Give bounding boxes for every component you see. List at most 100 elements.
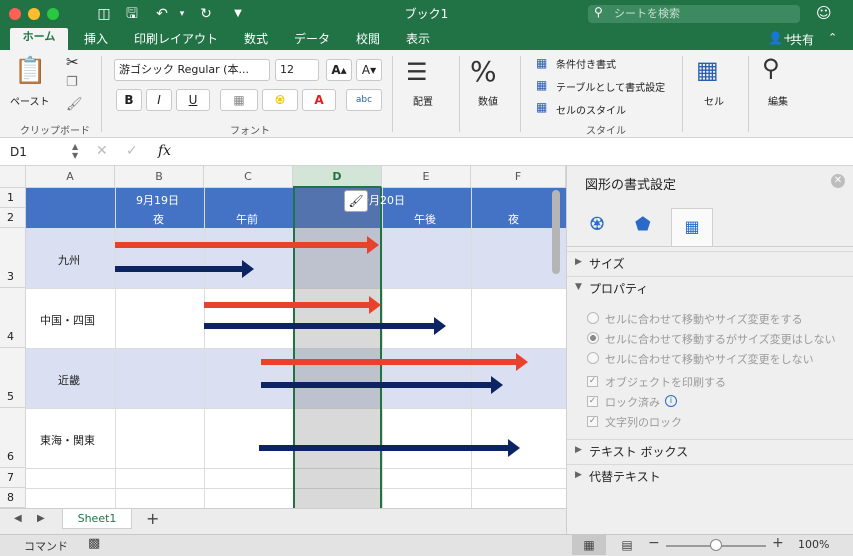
arrow-kinki-red[interactable] [261,353,528,371]
tab-view[interactable]: 表示 [406,28,430,50]
cells-label[interactable]: セル [704,93,724,108]
format-painter-icon[interactable]: 🖌 [66,97,83,112]
fill-line-icon[interactable]: ♼ [589,214,605,235]
properties-section[interactable]: プロパティ [567,276,853,300]
share-button[interactable]: 共有 [790,31,814,48]
borders-icon[interactable]: ▦ [220,89,258,111]
number-label[interactable]: 数値 [478,93,498,108]
magnifier-icon[interactable]: ⚲ [762,54,780,82]
cut-icon[interactable]: ✂ [66,53,79,71]
align-icon[interactable]: ☰ [406,58,428,86]
ribbon-separator [392,56,393,132]
size-properties-icon[interactable]: ▦ [671,208,713,246]
info-icon[interactable]: i [665,395,677,407]
page-layout-view-icon[interactable]: ▤ [614,535,640,555]
bold-button[interactable]: B [116,89,142,111]
arrow-chugoku-red[interactable] [204,296,381,314]
option-label[interactable]: セルに合わせて移動するがサイズ変更はしない [605,331,836,347]
normal-view-icon[interactable]: ▦ [572,535,606,555]
arrow-chugoku-navy[interactable] [204,317,446,335]
add-sheet-button[interactable]: + [146,509,159,528]
zoom-slider-thumb[interactable] [710,539,722,551]
tab-review[interactable]: 校閲 [356,28,380,50]
italic-button[interactable]: I [146,89,172,111]
expand-arrow-icon[interactable]: ▶ [575,445,582,455]
option-label[interactable]: セルに合わせて移動やサイズ変更をする [605,311,803,327]
textbox-section[interactable]: テキスト ボックス [567,439,853,463]
checkbox-locked[interactable]: ✓ [587,396,598,407]
radio-move-only[interactable] [587,332,599,344]
tab-page-layout[interactable]: 印刷レイアウト [134,28,218,50]
sheet-tab[interactable]: Sheet1 [62,509,132,529]
ribbon-separator [748,56,749,132]
table-format-button[interactable]: テーブルとして書式設定 [556,79,665,94]
smiley-feedback-icon[interactable]: ☺ [816,4,832,22]
decrease-font-icon[interactable]: A▾ [356,59,382,81]
next-sheet-icon[interactable]: ▶ [37,513,45,524]
expand-arrow-icon[interactable]: ▶ [575,257,582,267]
font-group-label: フォント [230,126,270,137]
increase-font-icon[interactable]: A▴ [326,59,352,81]
font-color-icon[interactable]: A [302,89,336,111]
collapse-arrow-icon[interactable]: ▼ [575,282,582,292]
tab-insert[interactable]: 挿入 [84,28,108,50]
tab-data[interactable]: データ [294,28,330,50]
confirm-icon[interactable]: ✓ [126,143,138,159]
collapse-ribbon-icon[interactable]: ⌃ [828,31,837,44]
conditional-format-icon: ▦ [536,56,548,70]
arrow-kyushu-red[interactable] [115,236,379,254]
ribbon-separator [101,56,102,132]
check-label[interactable]: オブジェクトを印刷する [605,374,726,390]
close-panel-icon[interactable]: ✕ [831,174,845,188]
formula-input[interactable] [186,142,846,162]
copy-icon[interactable]: ❐ [66,75,78,90]
cells-icon[interactable]: ▦ [696,56,719,84]
alt-text-section[interactable]: 代替テキスト [567,464,853,488]
arrow-kyushu-navy[interactable] [115,260,254,278]
paste-icon[interactable]: 📋 [14,56,46,86]
size-section[interactable]: サイズ [567,251,853,275]
checkbox-print[interactable]: ✓ [587,376,598,387]
arrow-kinki-navy[interactable] [261,376,503,394]
edit-label[interactable]: 編集 [768,93,788,108]
ribbon-separator [520,56,521,132]
fill-color-icon[interactable]: ♼ [262,89,298,111]
panel-title: 図形の書式設定 [585,178,677,193]
search-input[interactable]: シートを検索 [588,5,800,23]
option-label[interactable]: セルに合わせて移動やサイズ変更をしない [605,351,814,367]
zoom-in-icon[interactable]: + [772,535,784,551]
expand-arrow-icon[interactable]: ▶ [575,470,582,480]
zoom-out-icon[interactable]: − [648,535,660,551]
macro-record-icon[interactable]: ▩ [88,536,100,551]
vertical-scrollbar[interactable] [552,190,560,274]
font-name-select[interactable]: 游ゴシック Regular (本... [114,59,270,81]
spreadsheet-grid: A B C D E F 1 2 3 4 5 6 7 8 9月19日 9月20日 … [0,166,566,508]
cancel-icon[interactable]: ✕ [96,143,108,159]
underline-button[interactable]: U [176,89,210,111]
paste-label[interactable]: ペースト [10,93,50,108]
tab-home[interactable]: ホーム [10,28,68,50]
radio-no-move[interactable] [587,352,599,364]
radio-move-size[interactable] [587,312,599,324]
align-label[interactable]: 配置 [413,93,433,108]
cell-style-button[interactable]: セルのスタイル [556,102,626,117]
check-label[interactable]: ロック済み [605,394,660,410]
tab-formulas[interactable]: 数式 [244,28,268,50]
conditional-format-button[interactable]: 条件付き書式 [556,56,616,71]
arrow-tokai-navy[interactable] [259,439,520,457]
name-box-stepper-icon[interactable]: ▲ ▼ [72,142,78,160]
number-format-icon[interactable]: % [470,55,497,88]
prev-sheet-icon[interactable]: ◀ [14,513,22,524]
clipboard-group-label: クリップボード [20,126,90,137]
schedule-arrows [115,236,528,457]
checkbox-text-lock[interactable]: ✓ [587,416,598,427]
table-format-icon: ▦ [536,78,548,92]
check-label[interactable]: 文字列のロック [605,414,682,430]
font-size-select[interactable]: 12 [275,59,319,81]
zoom-level[interactable]: 100% [798,538,829,551]
paste-options-icon[interactable]: 🖌 [344,190,368,212]
insert-function-icon[interactable]: fx [158,143,171,159]
ribbon-separator [459,56,460,132]
phonetic-icon[interactable]: abc [346,89,382,111]
effects-icon[interactable]: ⬟ [635,214,651,235]
